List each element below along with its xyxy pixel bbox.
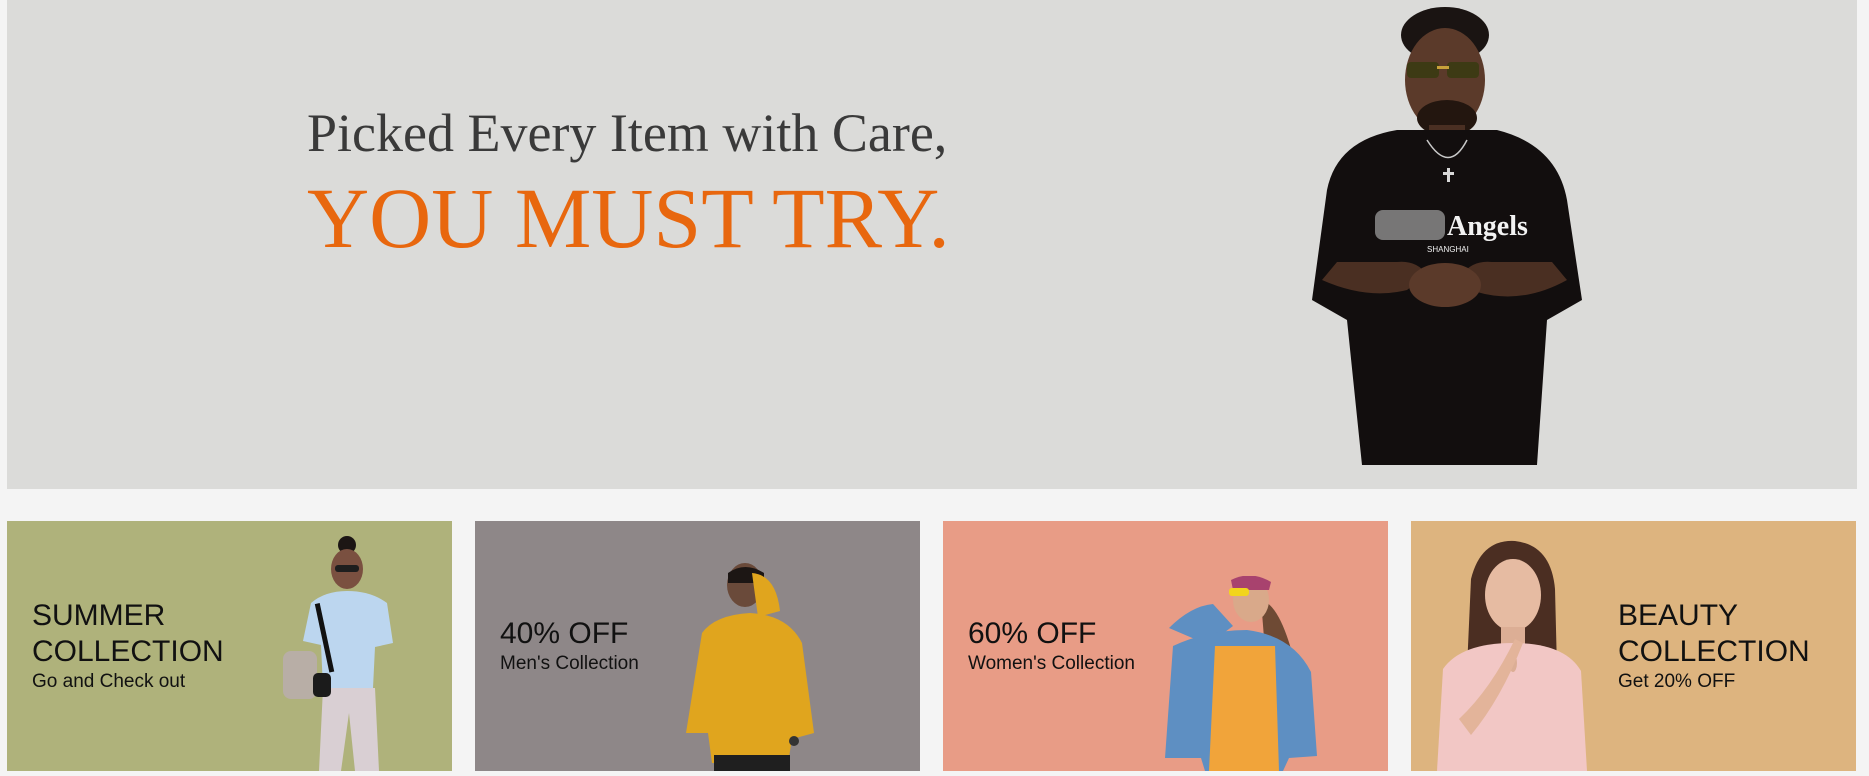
card-title: COLLECTION <box>1618 635 1810 668</box>
womens-collection-card[interactable]: 60% OFF Women's Collection <box>943 521 1388 771</box>
card-text: SUMMER COLLECTION Go and Check out <box>32 598 224 694</box>
card-text: BEAUTY COLLECTION Get 20% OFF <box>1618 598 1810 694</box>
hero-banner: Picked Every Item with Care, YOU MUST TR… <box>7 0 1857 489</box>
hero-title: YOU MUST TRY. <box>307 170 950 266</box>
card-text: 60% OFF Women's Collection <box>968 616 1135 676</box>
man-black-tshirt-photo: Angels SHANGHAI <box>1312 7 1582 465</box>
hero-headline: Picked Every Item with Care, YOU MUST TR… <box>307 100 950 268</box>
card-subtitle: Get 20% OFF <box>1618 671 1736 692</box>
hero-tagline: Picked Every Item with Care, <box>307 103 948 163</box>
card-title: COLLECTION <box>32 635 224 668</box>
promo-cards: SUMMER COLLECTION Go and Check out 40% O… <box>7 521 1857 771</box>
svg-text:SHANGHAI: SHANGHAI <box>1427 245 1469 254</box>
card-title: 60% OFF <box>968 617 1097 650</box>
summer-collection-card[interactable]: SUMMER COLLECTION Go and Check out <box>7 521 452 771</box>
mens-collection-card[interactable]: 40% OFF Men's Collection <box>475 521 920 771</box>
woman-backpack-photo <box>283 536 393 771</box>
card-text: 40% OFF Men's Collection <box>500 616 639 676</box>
beauty-collection-card[interactable]: BEAUTY COLLECTION Get 20% OFF <box>1411 521 1856 771</box>
card-subtitle: Men's Collection <box>500 653 639 674</box>
card-title: BEAUTY <box>1618 599 1739 632</box>
woman-pink-blouse-photo <box>1437 540 1587 771</box>
card-subtitle: Women's Collection <box>968 653 1135 674</box>
card-title: SUMMER <box>32 599 166 632</box>
woman-denim-jacket-photo <box>1165 576 1317 771</box>
card-subtitle: Go and Check out <box>32 671 186 692</box>
man-yellow-hoodie-photo <box>686 563 814 771</box>
svg-text:Angels: Angels <box>1447 211 1528 242</box>
card-title: 40% OFF <box>500 617 629 650</box>
